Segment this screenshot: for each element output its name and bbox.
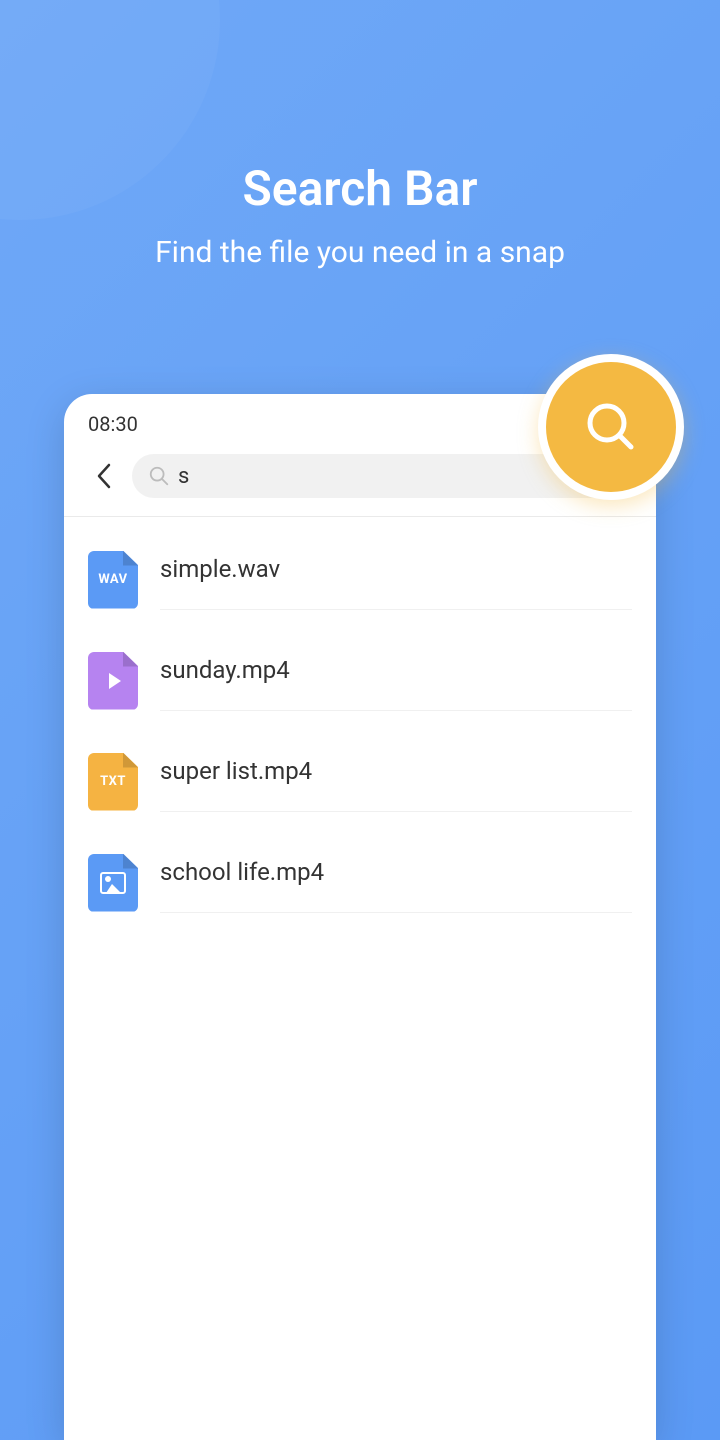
search-value: s: [178, 464, 189, 489]
file-name: super list.mp4: [160, 757, 632, 785]
result-item[interactable]: WAV simple.wav: [64, 529, 656, 630]
search-fab[interactable]: [538, 354, 684, 500]
back-button[interactable]: [80, 454, 128, 498]
status-time: 08:30: [88, 412, 138, 436]
search-icon: [148, 465, 170, 487]
file-name: sunday.mp4: [160, 656, 632, 684]
wav-file-icon: WAV: [88, 551, 138, 609]
result-item[interactable]: TXT super list.mp4: [64, 731, 656, 832]
file-name: simple.wav: [160, 555, 632, 583]
phone-mockup: 08:30 s WAV simple.wav: [64, 394, 656, 1440]
chevron-left-icon: [96, 463, 112, 489]
video-file-icon: [88, 652, 138, 710]
result-list: WAV simple.wav sunday.mp4 TXT super list…: [64, 517, 656, 945]
result-item[interactable]: sunday.mp4: [64, 630, 656, 731]
search-icon: [581, 397, 641, 457]
hero-subtitle: Find the file you need in a snap: [0, 235, 720, 270]
result-item[interactable]: school life.mp4: [64, 832, 656, 933]
file-name: school life.mp4: [160, 858, 632, 886]
image-file-icon: [88, 854, 138, 912]
txt-file-icon: TXT: [88, 753, 138, 811]
